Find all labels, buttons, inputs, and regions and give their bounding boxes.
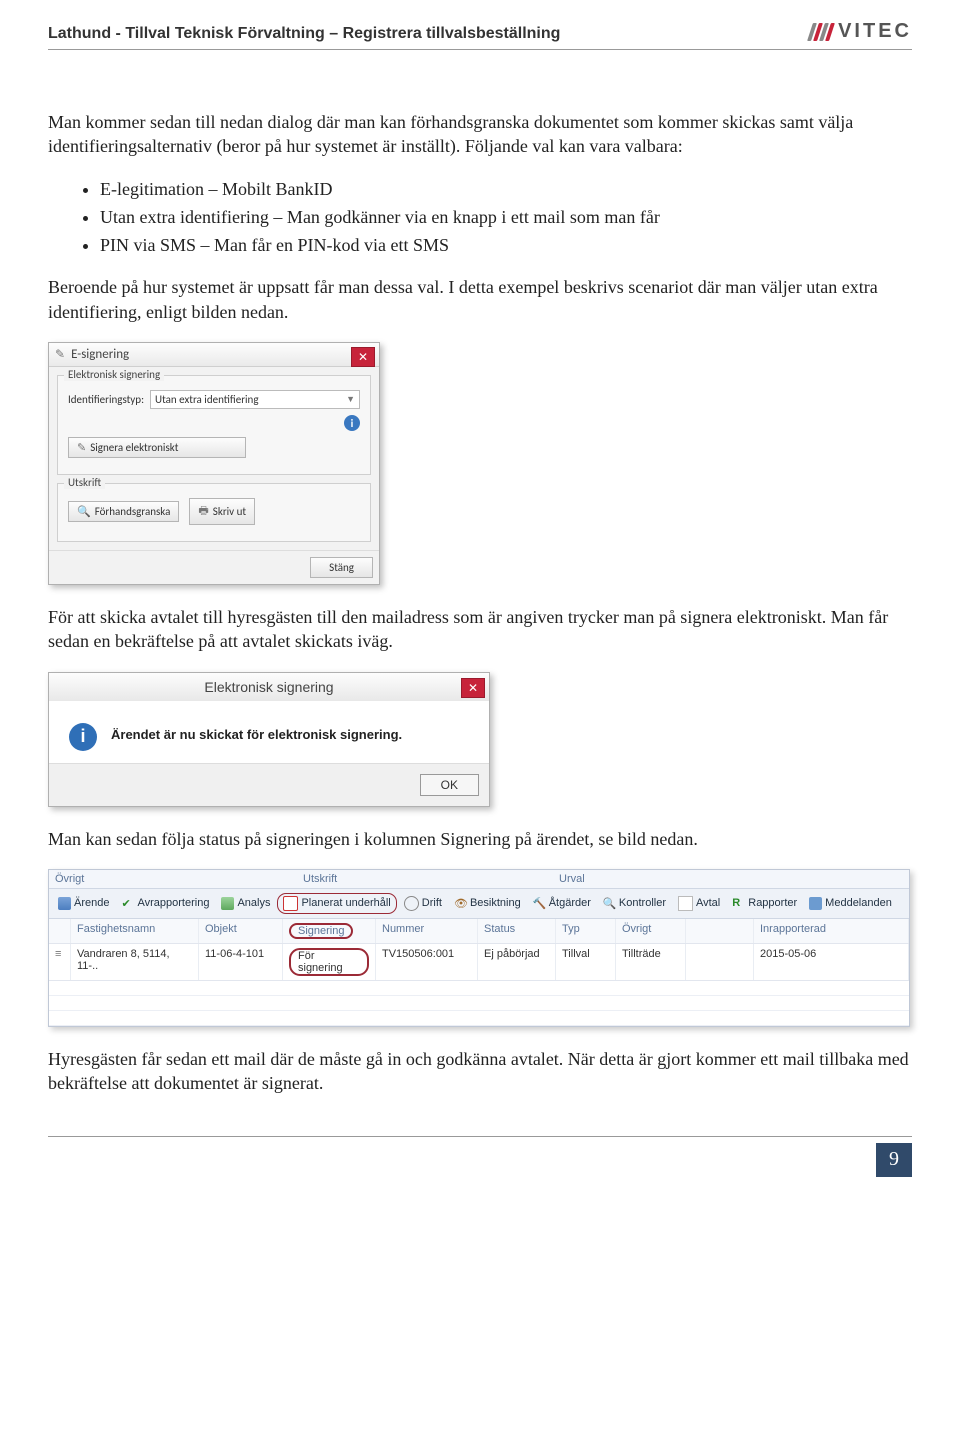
- dropdown-value: Utan extra identifiering: [155, 393, 259, 406]
- calendar-icon: [283, 896, 298, 911]
- ribbon-tabs: Ärende ✔Avrapportering Analys Planerat u…: [49, 889, 909, 919]
- check-icon: ✔: [121, 897, 134, 910]
- table-row[interactable]: ≡ Vandraren 8, 5114, 11-.. 11-06-4-101 F…: [49, 944, 909, 981]
- stang-button[interactable]: Stäng: [310, 557, 373, 578]
- paragraph-5: Hyresgästen får sedan ett mail där de må…: [48, 1047, 912, 1096]
- cell-fastighet: Vandraren 8, 5114, 11-..: [71, 944, 199, 980]
- btn-label: Förhandsgranska: [95, 505, 171, 518]
- cell-nummer: TV150506:001: [376, 944, 478, 980]
- list-icon: [58, 897, 71, 910]
- btn-label: Skriv ut: [213, 505, 246, 518]
- chart-icon: [221, 897, 234, 910]
- forhandsgranska-button[interactable]: 🔍 Förhandsgranska: [68, 501, 179, 522]
- eye-icon: 👁: [454, 897, 467, 910]
- msgbox-body-text: Ärendet är nu skickat för elektronisk si…: [111, 723, 402, 742]
- dialog-titlebar: ✎ E-signering ✕: [49, 343, 379, 367]
- confirmation-dialog: Elektronisk signering ✕ i Ärendet är nu …: [48, 672, 490, 807]
- cell-ovrigt: Tillträde: [616, 944, 686, 980]
- tab-arende[interactable]: Ärende: [53, 893, 114, 914]
- col-status[interactable]: Status: [478, 919, 556, 943]
- message-icon: [809, 897, 822, 910]
- vitec-logo: VITEC: [810, 20, 912, 45]
- col-typ[interactable]: Typ: [556, 919, 616, 943]
- grid-section-headers: Övrigt Utskrift Urval: [49, 870, 909, 889]
- section-utskrift: Utskrift: [297, 870, 553, 888]
- dialog-title-text: E-signering: [71, 347, 129, 362]
- row-icon: ≡: [49, 944, 71, 980]
- ok-button[interactable]: OK: [420, 774, 479, 796]
- list-item: PIN via SMS – Man får en PIN-kod via ett…: [100, 233, 912, 257]
- cell-inrapporterad: 2015-05-06: [754, 944, 909, 980]
- msgbox-title-text: Elektronisk signering: [204, 679, 333, 695]
- gauge-icon: [404, 896, 419, 911]
- group-label: Utskrift: [64, 476, 105, 489]
- paragraph-2: Beroende på hur systemet är uppsatt får …: [48, 275, 912, 324]
- page-header: Lathund - Tillval Teknisk Förvaltning – …: [48, 20, 912, 50]
- close-button[interactable]: ✕: [461, 678, 485, 698]
- tab-analys[interactable]: Analys: [216, 893, 275, 914]
- skriv-ut-button[interactable]: 🖶 Skriv ut: [189, 498, 255, 525]
- tab-planerat-underhall[interactable]: Planerat underhåll: [277, 893, 396, 914]
- printer-icon: 🖶: [198, 502, 208, 521]
- header-title: Lathund - Tillval Teknisk Förvaltning – …: [48, 23, 560, 45]
- brand-text: VITEC: [838, 20, 912, 43]
- e-signering-dialog: ✎ E-signering ✕ Elektronisk signering Id…: [48, 342, 380, 585]
- close-icon: ✕: [358, 350, 368, 365]
- group-elektronisk-signering: Elektronisk signering Identifieringstyp:…: [57, 375, 371, 475]
- cell-status: Ej påbörjad: [478, 944, 556, 980]
- document-icon: [678, 896, 693, 911]
- section-ovrigt: Övrigt: [49, 870, 297, 888]
- paragraph-3: För att skicka avtalet till hyresgästen …: [48, 605, 912, 654]
- info-icon: i: [69, 723, 97, 751]
- chevron-down-icon: ▼: [346, 394, 355, 405]
- vitec-bars-icon: [807, 23, 835, 41]
- tab-rapporter[interactable]: RRapporter: [727, 893, 802, 914]
- tab-drift[interactable]: Drift: [399, 893, 447, 914]
- id-type-label: Identifieringstyp:: [68, 393, 144, 406]
- list-item: Utan extra identifiering – Man godkänner…: [100, 205, 912, 229]
- magnifier-icon: 🔍: [77, 505, 91, 518]
- grid-column-headers: Fastighetsnamn Objekt Signering Nummer S…: [49, 919, 909, 944]
- page-footer: 9: [48, 1136, 912, 1177]
- close-button[interactable]: ✕: [351, 347, 375, 367]
- btn-label: OK: [441, 778, 458, 792]
- section-urval: Urval: [553, 870, 909, 888]
- col-signering[interactable]: Signering: [289, 923, 353, 939]
- tab-besiktning[interactable]: 👁Besiktning: [449, 893, 526, 914]
- btn-label: Stäng: [329, 561, 354, 574]
- magnifier-icon: 🔍: [603, 897, 616, 910]
- cell-typ: Tillval: [556, 944, 616, 980]
- paragraph-4: Man kan sedan följa status på signeringe…: [48, 827, 912, 851]
- btn-label: Signera elektroniskt: [90, 441, 178, 454]
- list-item: E-legitimation – Mobilt BankID: [100, 177, 912, 201]
- report-icon: R: [732, 897, 745, 910]
- hammer-icon: 🔨: [533, 897, 546, 910]
- page-number: 9: [876, 1143, 912, 1177]
- col-fastighet[interactable]: Fastighetsnamn: [71, 919, 199, 943]
- cell-objekt: 11-06-4-101: [199, 944, 283, 980]
- msgbox-titlebar: Elektronisk signering ✕: [49, 673, 489, 701]
- tab-avrapportering[interactable]: ✔Avrapportering: [116, 893, 214, 914]
- col-inrapporterad[interactable]: Inrapporterad: [754, 919, 909, 943]
- tab-meddelanden[interactable]: Meddelanden: [804, 893, 897, 914]
- tab-atgarder[interactable]: 🔨Åtgärder: [528, 893, 596, 914]
- id-type-dropdown[interactable]: Utan extra identifiering ▼: [150, 390, 360, 409]
- pen-icon: ✎: [55, 347, 65, 362]
- arende-grid: Övrigt Utskrift Urval Ärende ✔Avrapporte…: [48, 869, 910, 1027]
- pen-icon: ✎: [77, 441, 86, 454]
- tab-kontroller[interactable]: 🔍Kontroller: [598, 893, 671, 914]
- col-nummer[interactable]: Nummer: [376, 919, 478, 943]
- col-ovrigt[interactable]: Övrigt: [616, 919, 686, 943]
- group-label: Elektronisk signering: [64, 368, 164, 381]
- cell-signering: För signering: [289, 948, 369, 976]
- intro-paragraph: Man kommer sedan till nedan dialog där m…: [48, 110, 912, 159]
- tab-avtal[interactable]: Avtal: [673, 893, 725, 914]
- sign-elektroniskt-button[interactable]: ✎ Signera elektroniskt: [68, 437, 246, 458]
- info-icon[interactable]: i: [344, 415, 360, 431]
- close-icon: ✕: [468, 681, 478, 695]
- option-list: E-legitimation – Mobilt BankID Utan extr…: [48, 177, 912, 258]
- col-objekt[interactable]: Objekt: [199, 919, 283, 943]
- group-utskrift: Utskrift 🔍 Förhandsgranska 🖶 Skriv ut: [57, 483, 371, 542]
